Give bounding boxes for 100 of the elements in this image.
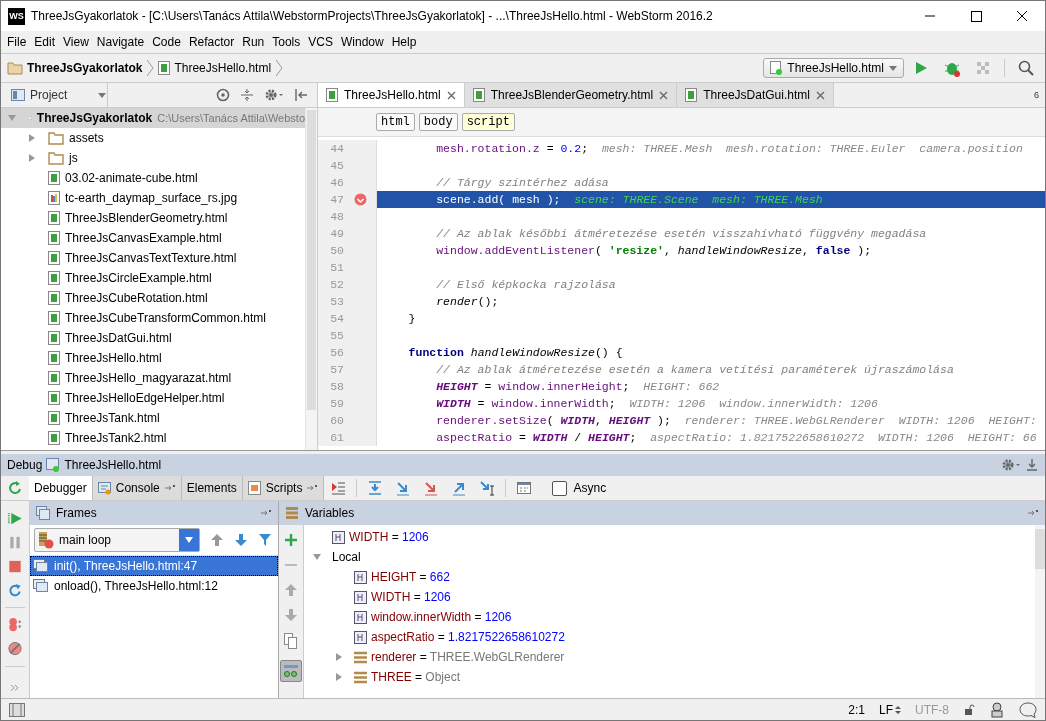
breadcrumb[interactable]: html (376, 113, 415, 131)
tree-item[interactable]: ThreeJsTank2.html (1, 428, 305, 448)
reload-icon[interactable] (7, 583, 23, 599)
resume-icon[interactable] (7, 511, 23, 527)
pin-icon[interactable] (306, 484, 319, 492)
menu-item[interactable]: File (3, 35, 31, 49)
line-separator[interactable]: LF (879, 702, 901, 717)
down-arrow-icon[interactable] (234, 533, 248, 547)
force-step-into-icon[interactable] (423, 480, 440, 496)
menu-item[interactable]: Help (387, 35, 421, 49)
breadcrumb[interactable]: ThreeJsGyakorlatok (27, 61, 143, 75)
up-arrow-icon[interactable] (210, 533, 224, 547)
tree-item[interactable]: ThreeJsCanvasExample.html (1, 228, 305, 248)
step-over-icon[interactable] (367, 480, 384, 496)
tree-item[interactable]: ThreeJsHello_magyarazat.html (1, 368, 305, 388)
tool-windows-icon[interactable] (9, 702, 25, 717)
variable-entry[interactable]: HEIGHT = 662 (371, 570, 450, 584)
tree-item[interactable]: tc-earth_daymap_surface_rs.jpg (1, 188, 305, 208)
breadcrumb[interactable]: ThreeJsHello.html (174, 61, 272, 75)
run-icon[interactable] (913, 60, 929, 76)
lock-icon[interactable] (963, 703, 975, 716)
inspector-icon[interactable] (989, 701, 1005, 718)
show-execution-point-icon[interactable] (330, 480, 347, 496)
tree-item[interactable]: 03.02-animate-cube.html (1, 168, 305, 188)
menu-item[interactable]: Window (336, 35, 388, 49)
rerun-icon[interactable] (7, 480, 23, 496)
mute-breakpoints-icon[interactable] (7, 641, 23, 657)
collapse-icon[interactable] (240, 88, 254, 102)
tree-item[interactable]: ThreeJsDatGui.html (1, 328, 305, 348)
tree-item[interactable]: ThreeJsCubeRotation.html (1, 288, 305, 308)
close-icon[interactable] (659, 90, 669, 100)
menu-item[interactable]: VCS (304, 35, 337, 49)
menu-item[interactable]: Navigate (92, 35, 149, 49)
more-icon[interactable] (10, 684, 20, 692)
pause-icon[interactable] (7, 535, 23, 551)
tree-item[interactable]: ThreeJsHelloEdgeHelper.html (1, 388, 305, 408)
minimize-panel-icon[interactable] (1025, 458, 1039, 472)
async-checkbox[interactable]: Async (552, 476, 607, 500)
close-icon[interactable] (446, 90, 456, 100)
event-log-icon[interactable] (1019, 701, 1037, 718)
debug-tab[interactable]: Scripts (242, 476, 325, 500)
step-into-icon[interactable] (395, 480, 412, 496)
menu-item[interactable]: Run (238, 35, 269, 49)
breadcrumb[interactable]: body (418, 113, 458, 131)
variable-entry[interactable]: THREE = Object (371, 670, 461, 684)
breakpoints-icon[interactable] (7, 617, 23, 633)
tree-item[interactable]: ThreeJsCircleExample.html (1, 268, 305, 288)
tree-item[interactable]: ThreeJsBlenderGeometry.html (1, 208, 305, 228)
tree-item[interactable]: ThreeJsHello.html (1, 348, 305, 368)
variable-entry[interactable]: window.innerWidth = 1206 (371, 610, 512, 624)
pin-icon[interactable] (1027, 509, 1039, 517)
stack-frame[interactable]: onload(), ThreeJsHello.html:12 (30, 576, 278, 596)
debug-tab[interactable]: Elements (181, 476, 243, 500)
expand-arrow-icon[interactable] (334, 652, 344, 662)
down-arrow-icon[interactable] (284, 608, 298, 622)
menu-item[interactable]: Edit (30, 35, 60, 49)
crosshair-icon[interactable] (216, 88, 230, 102)
tree-item[interactable]: js (1, 148, 305, 168)
run-configuration-dropdown[interactable]: ThreeJsHello.html (763, 58, 904, 78)
expand-arrow-icon[interactable] (27, 133, 37, 143)
coverage-icon[interactable] (975, 60, 991, 76)
variable-entry[interactable]: renderer = THREE.WebGLRenderer (371, 650, 565, 664)
tree-item[interactable]: assets (1, 128, 305, 148)
collapse-arrow-icon[interactable] (312, 552, 322, 562)
tab-overflow-count[interactable]: 6 (1034, 90, 1045, 100)
scrollbar-thumb[interactable] (1035, 529, 1045, 569)
hide-panel-icon[interactable] (294, 88, 308, 102)
scrollbar-thumb[interactable] (307, 110, 316, 410)
variable-entry[interactable]: WIDTH = 1206 (349, 530, 429, 544)
add-icon[interactable] (284, 533, 298, 547)
watches-toggle[interactable] (280, 660, 302, 682)
pin-icon[interactable] (163, 484, 176, 492)
debug-tab[interactable]: Console (92, 476, 182, 500)
variable-entry[interactable]: aspectRatio = 1.8217522658610272 (371, 630, 565, 644)
expand-arrow-icon[interactable] (334, 672, 344, 682)
copy-icon[interactable] (284, 633, 298, 649)
breadcrumb[interactable]: script (461, 113, 515, 131)
debug-tab[interactable]: Debugger (29, 476, 93, 500)
settings-icon[interactable] (1001, 458, 1021, 472)
tree-item[interactable]: ThreeJsCanvasTextTexture.html (1, 248, 305, 268)
caret-position[interactable]: 2:1 (848, 702, 865, 717)
run-to-cursor-icon[interactable] (479, 480, 496, 496)
tree-item[interactable]: ThreeJsTank.html (1, 408, 305, 428)
tree-item[interactable]: ThreeJsGyakorlatok C:\Users\Tanács Attila\Websto (1, 108, 305, 128)
variable-entry[interactable]: WIDTH = 1206 (371, 590, 451, 604)
stack-frame[interactable]: init(), ThreeJsHello.html:47 (30, 556, 278, 576)
expand-arrow-icon[interactable] (27, 153, 37, 163)
debug-configuration[interactable]: ThreeJsHello.html (64, 458, 162, 472)
thread-dropdown[interactable]: main loop (34, 528, 200, 552)
editor-tab[interactable]: ThreeJsHello.html (318, 83, 465, 107)
stop-icon[interactable] (7, 559, 23, 575)
editor-tab[interactable]: ThreeJsBlenderGeometry.html (464, 83, 678, 107)
settings-icon[interactable] (264, 88, 284, 102)
up-arrow-icon[interactable] (284, 583, 298, 597)
pin-icon[interactable] (260, 509, 272, 517)
step-out-icon[interactable] (451, 480, 468, 496)
search-icon[interactable] (1018, 60, 1034, 76)
evaluate-icon[interactable] (516, 480, 533, 496)
collapse-arrow-icon[interactable] (7, 113, 17, 123)
editor-tab[interactable]: ThreeJsDatGui.html (677, 83, 834, 107)
